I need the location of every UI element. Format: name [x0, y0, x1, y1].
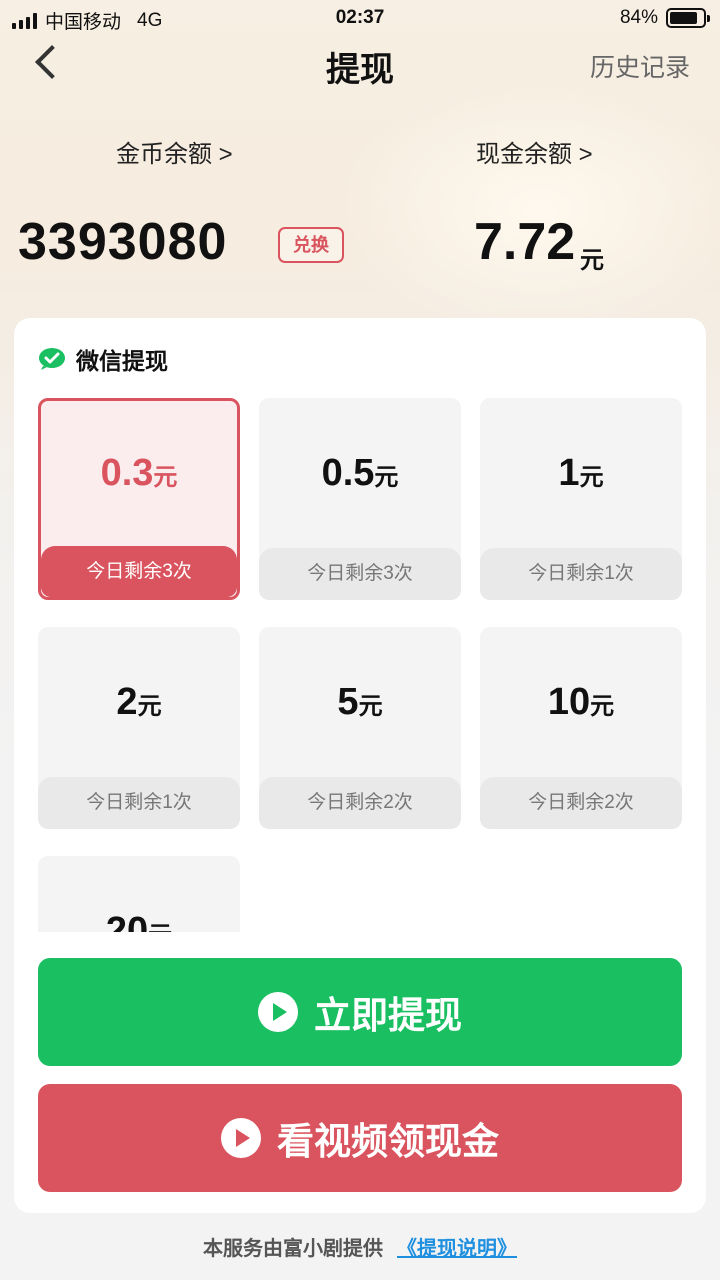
withdraw-card: 微信提现 0.3元 今日剩余3次 0.5元 今日剩余3次 1元 今日剩余1次 2… [14, 318, 706, 1213]
remaining-count: 今日剩余1次 [38, 777, 240, 829]
amount-option[interactable]: 0.3元 今日剩余3次 [38, 398, 240, 600]
header-glow [330, 80, 720, 340]
watch-video-button[interactable]: 看视频领现金 [38, 1084, 682, 1192]
amount-value: 2元 [38, 681, 240, 724]
withdraw-terms-link[interactable]: 《提现说明》 [397, 1238, 517, 1260]
remaining-count: 今日剩余2次 [480, 777, 682, 829]
amount-unit: 元 [579, 464, 604, 491]
amount-value: 0.5元 [259, 452, 461, 495]
wechat-withdraw-title: 微信提现 [76, 348, 168, 374]
amount-option[interactable]: 2元 今日剩余1次 [38, 627, 240, 829]
amount-value: 20元 [38, 910, 240, 932]
amount-value: 10元 [480, 681, 682, 724]
battery-icon [666, 8, 710, 28]
amount-number: 20 [105, 910, 149, 932]
amount-number: 10 [547, 681, 591, 723]
amount-number: 5 [337, 681, 359, 723]
remaining-count: 今日剩余3次 [41, 546, 237, 597]
amount-number: 2 [116, 681, 138, 723]
amount-unit: 元 [137, 693, 162, 720]
amount-option[interactable]: 10元 今日剩余2次 [480, 627, 682, 829]
footer-text: 本服务由富小剧提供 [203, 1238, 383, 1260]
remaining-count: 今日剩余3次 [259, 548, 461, 600]
coins-balance-label[interactable]: 金币余额 > [116, 134, 233, 169]
amount-number: 0.3 [100, 452, 154, 494]
amount-option[interactable]: 5元 今日剩余2次 [259, 627, 461, 829]
amount-option[interactable]: 20元 [38, 856, 240, 932]
status-time: 02:37 [335, 7, 385, 28]
play-icon [258, 992, 298, 1032]
amount-unit: 元 [374, 464, 399, 491]
play-icon [221, 1118, 261, 1158]
amount-unit: 元 [358, 693, 383, 720]
amount-number: 0.5 [321, 452, 375, 494]
exchange-button[interactable]: 兑换 [278, 227, 344, 263]
coins-balance-value: 3393080 [18, 213, 228, 271]
amount-unit: 元 [153, 464, 178, 491]
remaining-count: 今日剩余1次 [480, 548, 682, 600]
withdraw-now-label: 立即提现 [314, 995, 462, 1036]
amount-options-grid: 0.3元 今日剩余3次 0.5元 今日剩余3次 1元 今日剩余1次 2元 今日剩… [38, 398, 682, 932]
amount-unit: 元 [148, 922, 172, 932]
amount-option[interactable]: 1元 今日剩余1次 [480, 398, 682, 600]
watch-video-label: 看视频领现金 [277, 1121, 499, 1162]
wechat-check-icon [39, 348, 65, 370]
amount-value: 5元 [259, 681, 461, 724]
footer: 本服务由富小剧提供 《提现说明》 [0, 1232, 720, 1261]
history-link[interactable]: 历史记录 [590, 48, 690, 84]
amount-number: 1 [558, 452, 580, 494]
battery-percent: 84% [619, 7, 658, 28]
amount-unit: 元 [590, 693, 615, 720]
cash-balance-value: 7.72 [474, 213, 576, 271]
status-bar: 中国移动 4G 02:37 84% [0, 0, 720, 36]
amount-value: 0.3元 [41, 452, 237, 495]
wechat-withdraw-header: 微信提现 [38, 342, 168, 376]
nav-bar: 提现 历史记录 [0, 36, 720, 92]
cash-balance-unit: 元 [580, 247, 604, 274]
amount-option[interactable]: 0.5元 今日剩余3次 [259, 398, 461, 600]
withdraw-now-button[interactable]: 立即提现 [38, 958, 682, 1066]
cash-balance-label[interactable]: 现金余额 > [476, 134, 593, 169]
amount-value: 1元 [480, 452, 682, 495]
remaining-count: 今日剩余2次 [259, 777, 461, 829]
